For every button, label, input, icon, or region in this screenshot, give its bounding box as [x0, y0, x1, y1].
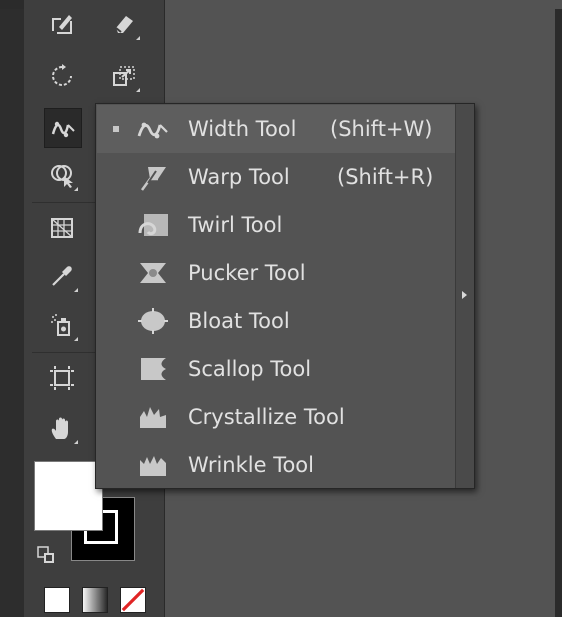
menu-item-label: Warp Tool: [188, 165, 290, 189]
rotate-icon: [52, 64, 72, 86]
crystallize-icon: [135, 402, 171, 432]
menu-item-label: Scallop Tool: [188, 357, 312, 381]
scale-tool-button[interactable]: [106, 58, 142, 94]
symbol-sprayer-tool-button[interactable]: [44, 307, 80, 343]
menu-item-wrinkle-tool[interactable]: Wrinkle Tool: [97, 441, 455, 489]
tearoff-strip[interactable]: [455, 104, 474, 488]
none-mode-button[interactable]: [120, 587, 146, 613]
color-mode-button[interactable]: [44, 587, 70, 613]
menu-item-label: Width Tool: [188, 117, 297, 141]
flyout-indicator-icon: [74, 288, 78, 292]
menu-item-width-tool[interactable]: Width Tool (Shift+W): [97, 105, 455, 153]
menu-item-scallop-tool[interactable]: Scallop Tool: [97, 345, 455, 393]
window-right-edge: [555, 9, 562, 617]
width-icon: [135, 114, 171, 144]
flyout-indicator-icon: [74, 187, 78, 191]
width-tool-flyout-menu: Width Tool (Shift+W) Warp Tool (Shift+R)…: [95, 103, 475, 489]
eraser-icon: [115, 16, 133, 33]
eyedropper-icon: [52, 266, 72, 286]
menu-item-shortcut: (Shift+W): [330, 117, 433, 141]
artboard-tool-button[interactable]: [44, 360, 80, 396]
wrinkle-icon: [135, 450, 171, 480]
menu-item-label: Wrinkle Tool: [188, 453, 314, 477]
rotate-tool-button[interactable]: [44, 58, 80, 94]
selected-bullet-icon: [113, 126, 119, 132]
hand-icon: [51, 417, 68, 439]
menu-item-pucker-tool[interactable]: Pucker Tool: [97, 249, 455, 297]
gradient-mode-button[interactable]: [82, 587, 108, 613]
default-colors-icon[interactable]: [36, 545, 58, 567]
width-tool-button[interactable]: [44, 108, 82, 148]
menu-item-warp-tool[interactable]: Warp Tool (Shift+R): [97, 153, 455, 201]
menu-item-label: Crystallize Tool: [188, 405, 345, 429]
menu-item-crystallize-tool[interactable]: Crystallize Tool: [97, 393, 455, 441]
twirl-icon: [135, 210, 171, 240]
symbol-sprayer-icon: [51, 314, 70, 336]
shaper-tool-button[interactable]: [44, 6, 80, 42]
pucker-icon: [135, 258, 171, 288]
menu-item-twirl-tool[interactable]: Twirl Tool: [97, 201, 455, 249]
bloat-icon: [135, 306, 171, 336]
warp-icon: [135, 162, 171, 192]
flyout-indicator-icon: [74, 337, 78, 341]
scallop-icon: [135, 354, 171, 384]
flyout-indicator-icon: [136, 36, 140, 40]
eyedropper-tool-button[interactable]: [44, 258, 80, 294]
flyout-indicator-icon: [74, 440, 78, 444]
menu-item-label: Bloat Tool: [188, 309, 290, 333]
hand-tool-button[interactable]: [44, 410, 80, 446]
menu-item-shortcut: (Shift+R): [337, 165, 434, 189]
shaper-icon: [52, 15, 72, 34]
none-slash-icon: [121, 588, 145, 612]
menu-item-label: Twirl Tool: [188, 213, 283, 237]
perspective-grid-icon: [51, 218, 73, 238]
flyout-indicator-icon: [136, 88, 140, 92]
eraser-tool-button[interactable]: [106, 6, 142, 42]
menu-item-label: Pucker Tool: [188, 261, 306, 285]
shape-builder-icon: [51, 165, 73, 188]
tearoff-arrow-icon: [462, 291, 467, 299]
width-icon: [51, 121, 75, 138]
menu-item-bloat-tool[interactable]: Bloat Tool: [97, 297, 455, 345]
scale-icon: [113, 66, 135, 86]
fill-color-swatch[interactable]: [34, 461, 103, 531]
perspective-grid-tool-button[interactable]: [44, 210, 80, 246]
shape-builder-tool-button[interactable]: [44, 157, 80, 193]
artboard-icon: [50, 366, 74, 390]
